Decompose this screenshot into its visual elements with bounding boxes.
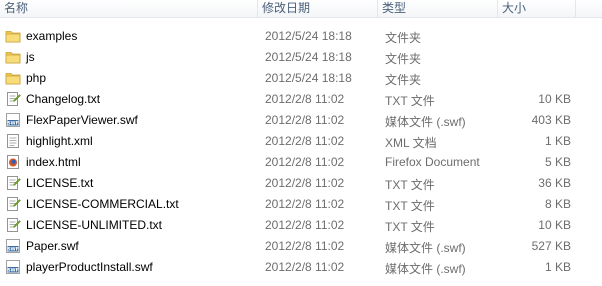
file-type: 文件夹 [385, 52, 422, 66]
file-date-modified: 2012/5/24 18:18 [265, 71, 352, 85]
file-type: 媒体文件 (.swf) [385, 262, 466, 276]
swf-file-icon: SWF [5, 238, 21, 254]
folder-icon [5, 49, 21, 65]
text-file-icon [5, 91, 21, 107]
file-name: examples [26, 29, 78, 43]
file-name: FlexPaperViewer.swf [26, 113, 138, 127]
swf-file-icon: SWF [5, 259, 21, 275]
column-header-date-modified[interactable]: 修改日期 [258, 0, 378, 18]
column-header-type[interactable]: 类型 [378, 0, 498, 18]
file-list: examples 2012/5/24 18:18 文件夹 js 2012/5/24 18… [0, 26, 602, 278]
folder-icon [5, 70, 21, 86]
svg-text:SWF: SWF [7, 121, 19, 127]
file-type: Firefox Document [385, 155, 480, 169]
file-date-modified: 2012/2/8 11:02 [265, 176, 345, 190]
column-header-bar: 名称 修改日期 类型 大小 [0, 0, 602, 18]
file-type: 媒体文件 (.swf) [385, 241, 466, 255]
file-size: 1 KB [544, 260, 571, 274]
file-size: 10 KB [538, 218, 571, 232]
file-row[interactable]: SWF Paper.swf 2012/2/8 11:02 媒体文件 (.swf) 527… [0, 236, 602, 257]
file-name: highlight.xml [26, 134, 93, 148]
xml-file-icon [5, 133, 21, 149]
file-row[interactable]: Changelog.txt 2012/2/8 11:02 TXT 文件 10 KB [0, 89, 602, 110]
file-type: TXT 文件 [385, 178, 435, 192]
file-name: LICENSE-UNLIMITED.txt [26, 218, 163, 232]
file-date-modified: 2012/2/8 11:02 [265, 239, 345, 253]
file-row[interactable]: examples 2012/5/24 18:18 文件夹 [0, 26, 602, 47]
file-row[interactable]: highlight.xml 2012/2/8 11:02 XML 文档 1 KB [0, 131, 602, 152]
file-row[interactable]: LICENSE-COMMERCIAL.txt 2012/2/8 11:02 TXT … [0, 194, 602, 215]
file-date-modified: 2012/5/24 18:18 [265, 29, 352, 43]
file-name: playerProductInstall.swf [26, 260, 153, 274]
svg-text:SWF: SWF [7, 268, 19, 274]
file-date-modified: 2012/2/8 11:02 [265, 260, 345, 274]
file-type: TXT 文件 [385, 199, 435, 213]
text-file-icon [5, 217, 21, 233]
file-name: js [26, 50, 35, 64]
file-name: Changelog.txt [26, 92, 101, 106]
file-name: index.html [26, 155, 81, 169]
file-size: 5 KB [544, 155, 571, 169]
file-date-modified: 2012/5/24 18:18 [265, 50, 352, 64]
folder-icon [5, 28, 21, 44]
file-date-modified: 2012/2/8 11:02 [265, 92, 345, 106]
file-row[interactable]: index.html 2012/2/8 11:02 Firefox Document… [0, 152, 602, 173]
column-header-size[interactable]: 大小 [498, 0, 576, 18]
file-size: 8 KB [544, 197, 571, 211]
text-file-icon [5, 175, 21, 191]
file-date-modified: 2012/2/8 11:02 [265, 134, 345, 148]
file-name: LICENSE.txt [26, 176, 94, 190]
file-name: php [26, 71, 47, 85]
file-row[interactable]: LICENSE-UNLIMITED.txt 2012/2/8 11:02 TXT 文… [0, 215, 602, 236]
file-size: 36 KB [538, 176, 571, 190]
column-header-name[interactable]: 名称 [0, 0, 258, 18]
file-row[interactable]: SWF FlexPaperViewer.swf 2012/2/8 11:02 媒体文件… [0, 110, 602, 131]
file-name: Paper.swf [26, 239, 79, 253]
html-file-icon [5, 154, 21, 170]
file-row[interactable]: js 2012/5/24 18:18 文件夹 [0, 47, 602, 68]
file-type: 文件夹 [385, 73, 422, 87]
file-name: LICENSE-COMMERCIAL.txt [26, 197, 179, 211]
file-explorer-window: 名称 修改日期 类型 大小 examples 2012/5/24 18:18 文件夹… [0, 0, 602, 286]
file-size: 10 KB [538, 92, 571, 106]
file-type: TXT 文件 [385, 220, 435, 234]
file-row[interactable]: SWF playerProductInstall.swf 2012/2/8 11:0… [0, 257, 602, 278]
file-date-modified: 2012/2/8 11:02 [265, 113, 345, 127]
file-date-modified: 2012/2/8 11:02 [265, 218, 345, 232]
file-type: XML 文档 [385, 136, 437, 150]
file-date-modified: 2012/2/8 11:02 [265, 197, 345, 211]
file-size: 527 KB [531, 239, 571, 253]
file-row[interactable]: php 2012/5/24 18:18 文件夹 [0, 68, 602, 89]
file-size: 1 KB [544, 134, 571, 148]
file-date-modified: 2012/2/8 11:02 [265, 155, 345, 169]
swf-file-icon: SWF [5, 112, 21, 128]
file-type: 媒体文件 (.swf) [385, 115, 466, 129]
file-size: 403 KB [531, 113, 571, 127]
file-type: TXT 文件 [385, 94, 435, 108]
file-row[interactable]: LICENSE.txt 2012/2/8 11:02 TXT 文件 36 KB [0, 173, 602, 194]
file-type: 文件夹 [385, 31, 422, 45]
text-file-icon [5, 196, 21, 212]
svg-text:SWF: SWF [7, 247, 19, 253]
